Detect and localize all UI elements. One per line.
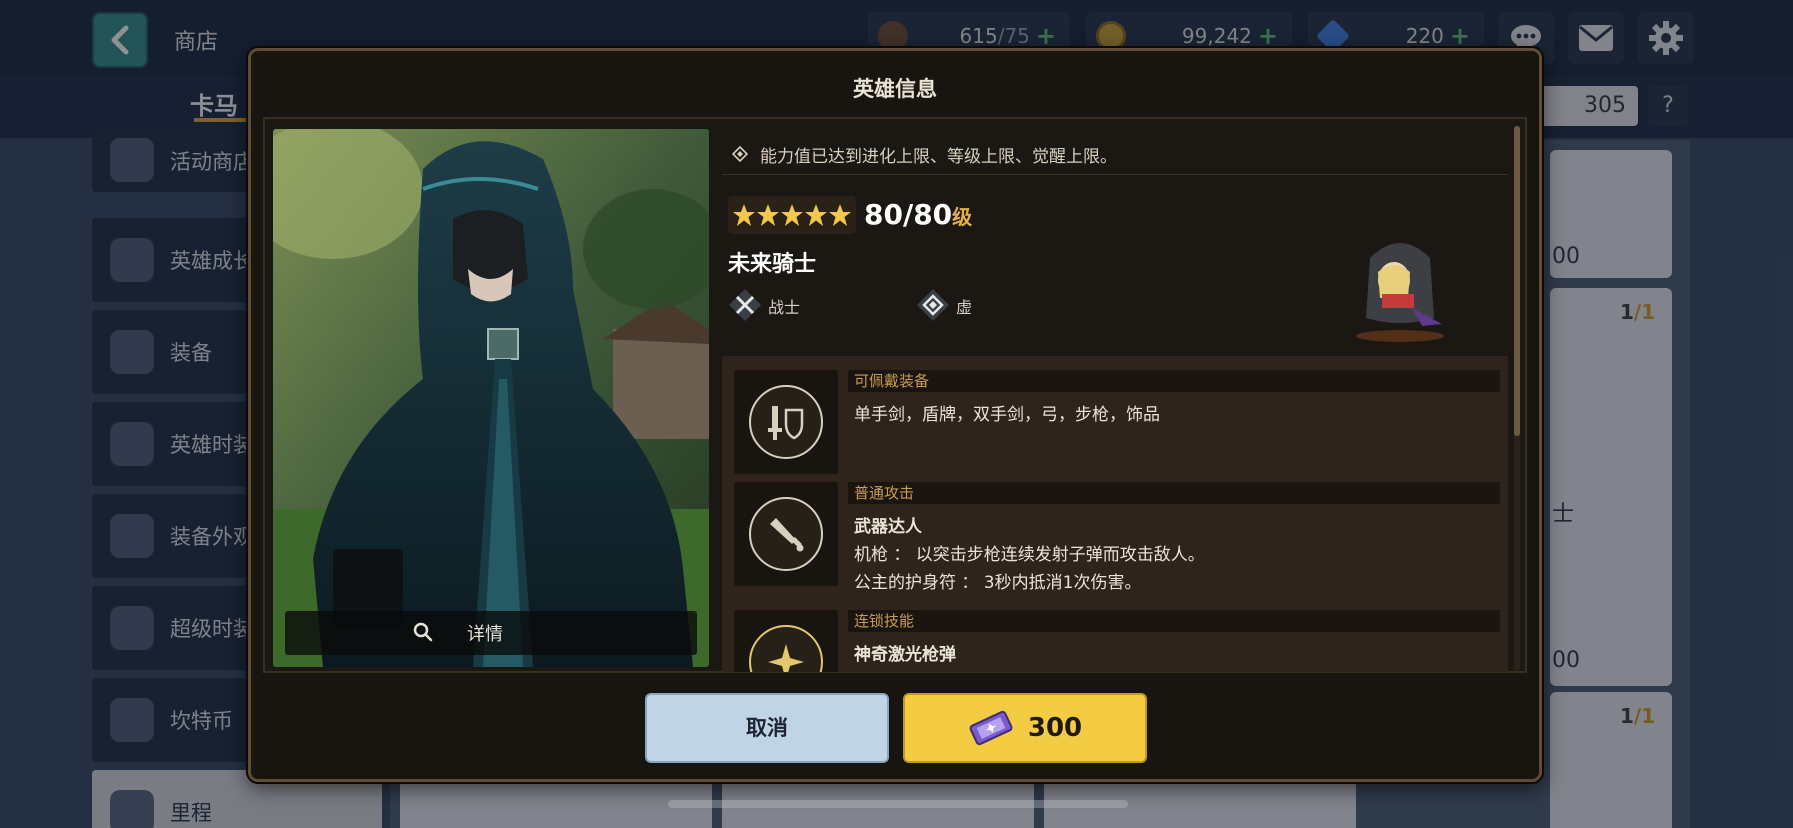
void-element-icon (917, 289, 949, 321)
diamond-bullet-icon (732, 146, 748, 162)
max-notice: 能力值已达到进化上限、等级上限、觉醒上限。 (760, 147, 1117, 167)
skill-title: 武器达人 (854, 517, 922, 537)
class-label: 战士 (768, 298, 801, 317)
home-indicator[interactable] (668, 800, 1128, 808)
skill-header: 连锁技能 (848, 610, 1500, 632)
info-scrollbar[interactable] (1514, 126, 1520, 671)
hero-portrait: 详情 (273, 129, 709, 667)
skill-title: 神奇激光枪弹 (854, 645, 956, 665)
element-label: 虚 (956, 298, 973, 317)
skill-header: 普通攻击 (848, 482, 1500, 504)
ticket-icon (969, 710, 1013, 746)
hero-info-panel: 能力值已达到进化上限、等级上限、觉醒上限。 80/80级 未来骑士 战士 虚 可… (722, 128, 1508, 672)
modal-title: 英雄信息 (853, 77, 937, 101)
skill-icon-frame (734, 370, 838, 474)
skill-icon-frame (734, 610, 838, 672)
skill-header: 可佩戴装备 (848, 370, 1500, 392)
divider (722, 174, 1508, 175)
hero-chibi-sprite (1356, 243, 1444, 342)
skill-description: 公主的护身符 ： 3秒内抵消1次伤害。 (854, 573, 1142, 593)
skill-row-equipment: 可佩戴装备 单手剑，盾牌，双手剑，弓，步枪，饰品 (734, 370, 1500, 474)
skills-section: 可佩戴装备 单手剑，盾牌，双手剑，弓，步枪，饰品 普通攻击 武器达人 机枪 ： … (722, 356, 1508, 672)
skill-icon-frame (734, 482, 838, 586)
search-icon (413, 622, 433, 642)
purchase-button[interactable]: 300 (903, 693, 1147, 763)
purchase-price: 300 (1027, 713, 1083, 743)
detail-button[interactable]: 详情 (285, 611, 697, 655)
skill-description: 机枪 ： 以突击步枪连续发射子弹而攻击敌人。 (854, 545, 1205, 565)
star-icon (733, 204, 755, 226)
hero-level: 80/80级 (864, 198, 973, 231)
skill-row-normal-attack: 普通攻击 武器达人 机枪 ： 以突击步枪连续发射子弹而攻击敌人。 公主的护身符 … (734, 482, 1500, 593)
equipment-list: 单手剑，盾牌，双手剑，弓，步枪，饰品 (854, 405, 1160, 425)
star-rating (728, 196, 856, 234)
equipment-icon (749, 385, 823, 459)
cancel-button[interactable]: 取消 (645, 693, 889, 763)
warrior-class-icon (729, 289, 761, 321)
scrollbar-thumb[interactable] (1514, 126, 1520, 436)
hero-name: 未来骑士 (728, 252, 817, 277)
skill-row-chain-skill: 连锁技能 神奇激光枪弹 (734, 610, 1500, 672)
detail-label: 详情 (467, 624, 503, 645)
star-icon (829, 204, 851, 226)
sword-icon (749, 497, 823, 571)
star-icon (757, 204, 779, 226)
star-icon (805, 204, 827, 226)
chain-skill-icon (749, 625, 823, 672)
hero-illustration (273, 129, 709, 667)
star-icon (781, 204, 803, 226)
